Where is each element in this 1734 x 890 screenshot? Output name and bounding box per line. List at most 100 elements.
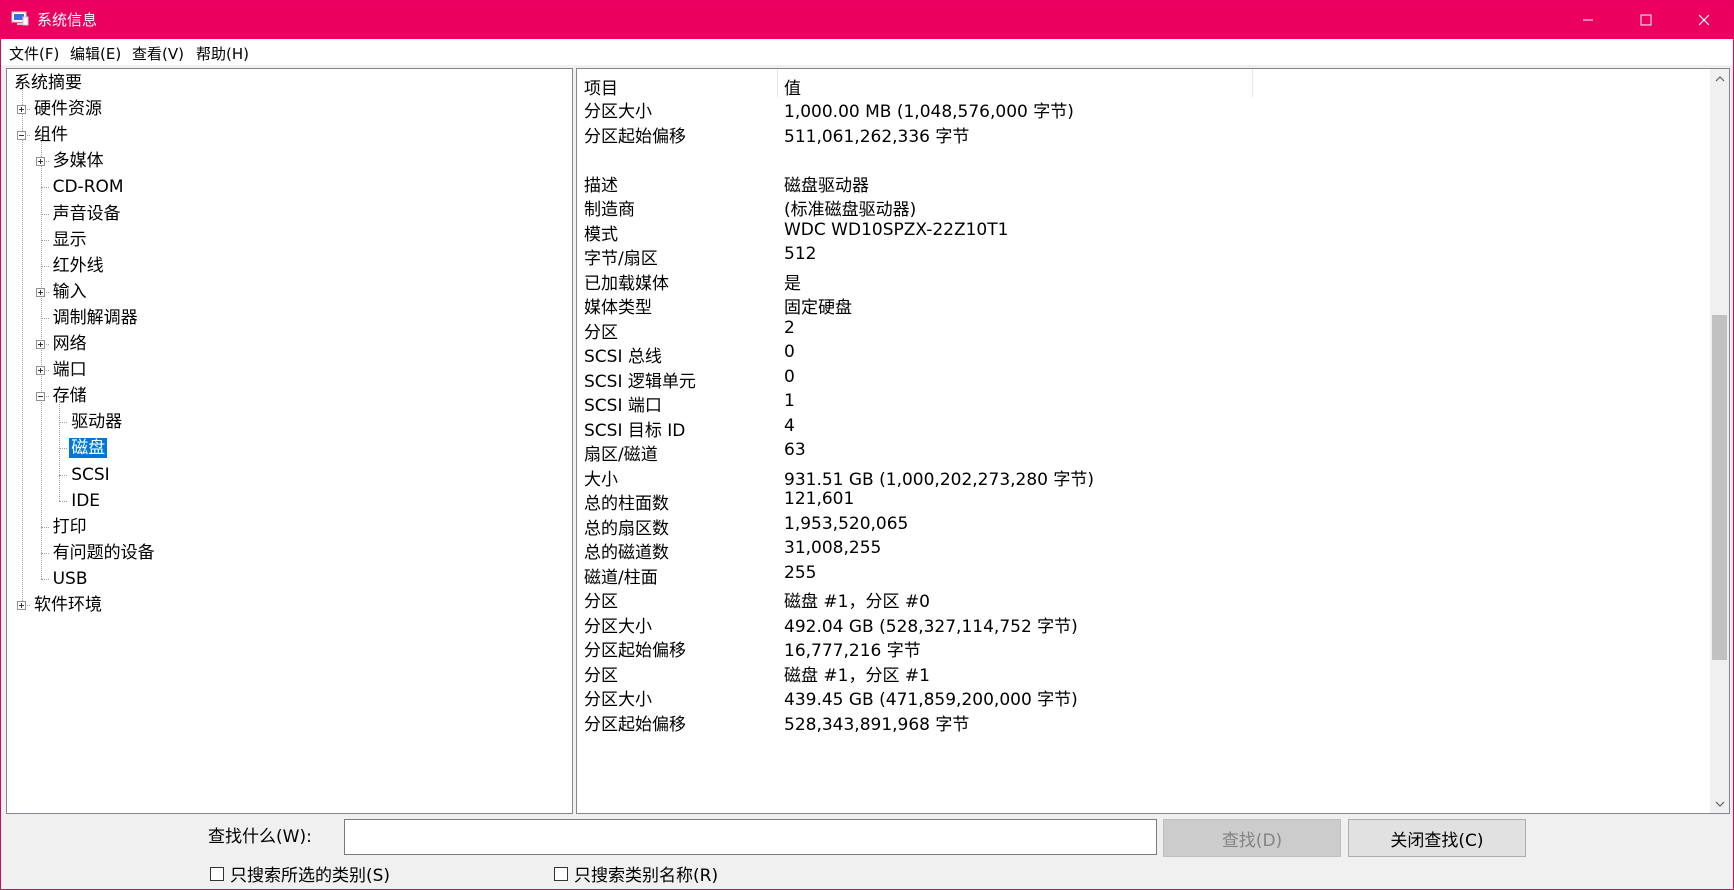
expand-icon[interactable] [17,105,26,115]
collapse-icon[interactable] [17,131,26,141]
list-row[interactable]: SCSI 端口 1 [577,389,1707,416]
column-divider[interactable] [777,69,778,97]
list-row[interactable]: 分区大小 1,000.00 MB (1,048,576,000 字节) [577,95,1707,122]
scroll-down-button[interactable] [1710,794,1729,813]
list-row[interactable]: 分区 磁盘 #1，分区 #1 [577,659,1707,686]
menu-file[interactable]: 文件(F) [9,43,59,64]
close-icon [1698,14,1710,26]
menu-edit[interactable]: 编辑(E) [70,43,121,64]
maximize-button[interactable] [1617,1,1675,39]
list-row[interactable]: 磁道/柱面 255 [577,561,1707,588]
tree-item[interactable]: 端口 [51,358,89,382]
item-cell: SCSI 逻辑单元 [584,371,696,392]
search-selected-category-checkbox[interactable] [210,866,224,881]
tree-item[interactable]: 输入 [51,280,89,304]
list-row[interactable]: 制造商 (标准磁盘驱动器) [577,193,1707,220]
list-row[interactable]: 字节/扇区 512 [577,242,1707,269]
tree-item[interactable]: USB [51,567,90,591]
tree-item[interactable]: 调制解调器 [51,306,140,330]
find-what-input[interactable] [344,819,1157,855]
expand-icon[interactable] [35,287,45,297]
expand-icon[interactable] [17,601,26,610]
vertical-scrollbar[interactable] [1710,69,1729,813]
list-row[interactable]: SCSI 目标 ID 4 [577,414,1707,441]
list-row[interactable]: 分区起始偏移 528,343,891,968 字节 [577,708,1707,735]
collapse-icon[interactable] [35,392,45,402]
tree-item-label: 输入 [52,281,87,302]
search-category-names-option[interactable]: 只搜索类别名称(R) [554,861,718,886]
list-row[interactable]: 总的磁道数 31,008,255 [577,536,1707,563]
category-tree[interactable]: 系统摘要硬件资源组件 多媒体 CD-ROM 声音设备 显示 红外线输入调制解调器 网络 端口存… [6,68,573,814]
list-row[interactable] [577,144,1707,171]
expand-icon[interactable] [35,340,45,349]
value-cell: 0 [784,366,795,387]
value-cell: 528,343,891,968 字节 [784,714,970,735]
list-row[interactable]: SCSI 总线 0 [577,340,1707,367]
list-row[interactable]: 分区起始偏移 16,777,216 字节 [577,634,1707,661]
tree-item[interactable]: 系统摘要 [12,71,84,95]
list-row[interactable]: 媒体类型 固定硬盘 [577,291,1707,318]
value-cell: 磁盘 #1，分区 #0 [784,592,930,612]
list-row[interactable]: 总的柱面数 121,601 [577,487,1707,514]
search-category-names-checkbox[interactable] [554,866,568,881]
tree-item[interactable]: 组件 [32,123,70,147]
title-bar[interactable]: 系统信息 [1,1,1733,39]
menu-help[interactable]: 帮助(H) [196,43,249,64]
item-cell: 分区大小 [584,690,652,710]
item-cell: 描述 [584,175,618,196]
tree-item[interactable]: 软件环境 [32,593,104,617]
tree-item[interactable]: SCSI [69,463,111,487]
list-row[interactable]: 分区大小 439.45 GB (471,859,200,000 字节) [577,683,1707,710]
value-cell: 1,000.00 MB (1,048,576,000 字节) [784,102,1074,122]
close-find-button[interactable]: 关闭查找(C) [1348,819,1526,857]
search-selected-category-option[interactable]: 只搜索所选的类别(S) [210,861,390,886]
tree-item[interactable]: 存储 [51,384,89,408]
value-cell: 是 [784,273,801,294]
tree-connector [40,239,49,241]
value-cell: 0 [784,342,795,362]
list-row[interactable]: SCSI 逻辑单元 0 [577,365,1707,392]
list-row[interactable]: 模式 WDC WD10SPZX-22Z10T1 [577,218,1707,245]
tree-item[interactable]: 多媒体 [51,149,106,173]
value-cell: 931.51 GB (1,000,202,273,280 字节) [784,469,1095,490]
tree-item-label: 硬件资源 [34,99,102,120]
tree-item[interactable]: 网络 [51,332,89,356]
minimize-button[interactable] [1559,1,1617,39]
expand-icon[interactable] [35,366,45,376]
list-row[interactable]: 分区 2 [577,316,1707,343]
tree-connector [40,265,49,267]
tree-item[interactable]: 声音设备 [51,202,123,226]
item-cell: 总的柱面数 [584,494,669,514]
close-window-button[interactable] [1675,1,1733,39]
tree-item-label: 打印 [52,516,87,537]
list-row[interactable]: 大小 931.51 GB (1,000,202,273,280 字节) [577,463,1707,490]
tree-item[interactable]: 驱动器 [69,410,124,434]
tree-item[interactable]: IDE [69,489,102,513]
list-row[interactable]: 分区大小 492.04 GB (528,327,114,752 字节) [577,610,1707,637]
item-cell: 分区大小 [584,102,652,122]
item-cell: 大小 [584,469,618,490]
column-divider[interactable] [1252,69,1253,97]
details-list[interactable]: 项目 值 分区大小 1,000.00 MB (1,048,576,000 字节) 分… [576,68,1730,814]
expand-icon[interactable] [35,157,45,167]
tree-item[interactable]: 打印 [51,515,89,539]
list-row[interactable]: 扇区/磁道 63 [577,438,1707,465]
find-button[interactable]: 查找(D) [1163,819,1341,857]
tree-item[interactable]: CD-ROM [51,175,126,199]
tree-item[interactable]: 红外线 [51,254,106,278]
scrollbar-thumb[interactable] [1712,315,1727,661]
list-row[interactable]: 总的扇区数 1,953,520,065 [577,512,1707,539]
menu-view[interactable]: 查看(V) [132,43,184,64]
list-row[interactable]: 描述 磁盘驱动器 [577,169,1707,196]
tree-item[interactable]: 磁盘 [69,436,108,460]
tree-item[interactable]: 硬件资源 [32,97,104,121]
list-row[interactable]: 分区起始偏移 511,061,262,336 字节 [577,120,1707,147]
tree-item-label: 驱动器 [71,412,123,433]
tree-item[interactable]: 有问题的设备 [51,541,157,565]
search-selected-category-label: 只搜索所选的类别(S) [230,866,391,886]
tree-item[interactable]: 显示 [51,228,89,252]
chevron-up-icon [1715,75,1724,81]
scroll-up-button[interactable] [1710,69,1729,88]
list-row[interactable]: 分区 磁盘 #1，分区 #0 [577,585,1707,612]
list-row[interactable]: 已加载媒体 是 [577,267,1707,294]
